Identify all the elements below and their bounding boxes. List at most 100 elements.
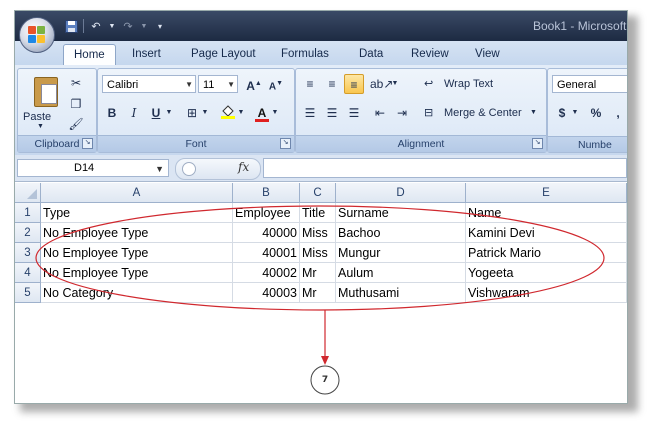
cell-c5[interactable]: Mr	[300, 283, 336, 303]
row-header[interactable]: 2	[15, 223, 41, 243]
cell-c3[interactable]: Miss	[300, 243, 336, 263]
align-left-icon[interactable]: ☰	[300, 103, 320, 123]
column-header-a[interactable]: A	[41, 183, 233, 203]
cell-d1[interactable]: Surname	[336, 203, 466, 223]
wrap-text-button[interactable]: ↩ Wrap Text	[424, 75, 524, 95]
font-launcher-icon[interactable]: ↘	[280, 138, 291, 149]
currency-dropdown-icon[interactable]: ▼	[570, 103, 580, 123]
decrease-indent-icon[interactable]: ⇤	[370, 103, 390, 123]
undo-icon[interactable]: ↶	[88, 18, 104, 34]
align-middle-icon[interactable]: ≡	[322, 74, 342, 94]
redo-dropdown-icon[interactable]: ▼	[140, 18, 148, 34]
underline-button[interactable]: U	[146, 103, 166, 123]
cell-e3[interactable]: Patrick Mario	[466, 243, 627, 263]
cell-b5[interactable]: 40003	[233, 283, 300, 303]
cut-icon[interactable]: ✂	[66, 73, 86, 93]
cell-e4[interactable]: Yogeeta	[466, 263, 627, 283]
cell-a4[interactable]: No Employee Type	[41, 263, 233, 283]
insert-function-icon[interactable]: fx	[238, 160, 249, 174]
borders-icon[interactable]: ⊞	[182, 103, 202, 123]
cell-a3[interactable]: No Employee Type	[41, 243, 233, 263]
tab-insert[interactable]: Insert	[132, 44, 161, 65]
tab-page-layout[interactable]: Page Layout	[191, 44, 256, 65]
cell-c2[interactable]: Miss	[300, 223, 336, 243]
chevron-down-icon: ▼	[155, 164, 164, 174]
row-header[interactable]: 1	[15, 203, 41, 223]
align-bottom-icon[interactable]: ≡	[344, 74, 364, 94]
customize-qat-icon[interactable]: ▾	[152, 18, 168, 34]
underline-dropdown-icon[interactable]: ▼	[164, 103, 174, 123]
cell-d5[interactable]: Muthusami	[336, 283, 466, 303]
grow-font-icon[interactable]: A▲	[244, 74, 264, 94]
cell-c4[interactable]: Mr	[300, 263, 336, 283]
cell-e2[interactable]: Kamini Devi	[466, 223, 627, 243]
orientation-icon[interactable]: ab↗	[370, 74, 393, 94]
column-header-d[interactable]: D	[336, 183, 466, 203]
font-color-dropdown-icon[interactable]: ▼	[270, 103, 280, 123]
cell-a1[interactable]: Type	[41, 203, 233, 223]
office-button[interactable]	[19, 17, 55, 53]
currency-button[interactable]: $	[552, 103, 572, 123]
number-format-select[interactable]: General	[552, 75, 627, 93]
cell-a5[interactable]: No Category	[41, 283, 233, 303]
shrink-font-icon[interactable]: A▼	[266, 74, 286, 94]
cell-c1[interactable]: Title	[300, 203, 336, 223]
row-header[interactable]: 3	[15, 243, 41, 263]
font-name-select[interactable]: Calibri ▼	[102, 75, 196, 93]
fill-color-icon[interactable]	[218, 103, 238, 123]
alignment-group: ≡ ≡ ≡ ab↗ ▼ ☰ ☰ ☰ ⇤ ⇥ ↩ Wrap Text ⊟ Merg…	[295, 68, 547, 153]
name-box[interactable]: D14 ▼	[17, 159, 169, 177]
paste-button[interactable]: Paste ▼	[20, 71, 60, 133]
cell-e1[interactable]: Name	[466, 203, 627, 223]
row-header[interactable]: 5	[15, 283, 41, 303]
tab-review[interactable]: Review	[411, 44, 449, 65]
cell-b3[interactable]: 40001	[233, 243, 300, 263]
cell-e5[interactable]: Vishwaram	[466, 283, 627, 303]
cell-d3[interactable]: Mungur	[336, 243, 466, 263]
cell-d2[interactable]: Bachoo	[336, 223, 466, 243]
copy-icon[interactable]: ❐	[66, 94, 86, 114]
bold-button[interactable]: B	[102, 103, 122, 123]
cell-b2[interactable]: 40000	[233, 223, 300, 243]
cell-b4[interactable]: 40002	[233, 263, 300, 283]
align-top-icon[interactable]: ≡	[300, 74, 320, 94]
borders-dropdown-icon[interactable]: ▼	[200, 103, 210, 123]
formula-bar: D14 ▼ fx	[15, 155, 627, 182]
clipboard-group: Paste ▼ ✂ ❐ 🖌 Clipboard ↘	[17, 68, 97, 153]
excel-window: ↶ ▼ ↷ ▼ ▾ Book1 - Microsoft Home Insert …	[14, 10, 628, 404]
chevron-down-icon: ▼	[185, 80, 193, 89]
increase-indent-icon[interactable]: ⇥	[392, 103, 412, 123]
align-right-icon[interactable]: ☰	[344, 103, 364, 123]
italic-button[interactable]: I	[124, 103, 144, 123]
column-header-c[interactable]: C	[300, 183, 336, 203]
tab-view[interactable]: View	[475, 44, 500, 65]
orientation-dropdown-icon[interactable]: ▼	[390, 74, 400, 94]
tab-data[interactable]: Data	[359, 44, 383, 65]
percent-button[interactable]: %	[586, 103, 606, 123]
tab-formulas[interactable]: Formulas	[281, 44, 329, 65]
column-header-e[interactable]: E	[466, 183, 627, 203]
alignment-launcher-icon[interactable]: ↘	[532, 138, 543, 149]
merge-center-button[interactable]: ⊟ Merge & Center ▼	[424, 104, 540, 124]
column-header-b[interactable]: B	[233, 183, 300, 203]
cell-b1[interactable]: Employee	[233, 203, 300, 223]
tab-home[interactable]: Home	[63, 44, 116, 65]
undo-dropdown-icon[interactable]: ▼	[108, 18, 116, 34]
select-all-button[interactable]	[15, 183, 41, 203]
align-center-icon[interactable]: ☰	[322, 103, 342, 123]
font-color-icon[interactable]: A	[252, 103, 272, 123]
comma-button[interactable]: ,	[608, 103, 627, 123]
alignment-group-label: Alignment	[296, 135, 546, 152]
title-bar: ↶ ▼ ↷ ▼ ▾ Book1 - Microsoft	[15, 11, 627, 41]
fill-dropdown-icon[interactable]: ▼	[236, 103, 246, 123]
clipboard-launcher-icon[interactable]: ↘	[82, 138, 93, 149]
save-icon[interactable]	[63, 18, 79, 34]
cell-d4[interactable]: Aulum	[336, 263, 466, 283]
formula-input[interactable]	[263, 158, 627, 178]
font-group: Calibri ▼ 11 ▼ A▲ A▼ B I U ▼ ⊞ ▼ ▼ A ▼ F…	[97, 68, 295, 153]
font-size-select[interactable]: 11 ▼	[198, 75, 238, 93]
row-header[interactable]: 4	[15, 263, 41, 283]
format-painter-icon[interactable]: 🖌	[66, 114, 86, 134]
redo-icon[interactable]: ↷	[120, 18, 136, 34]
cell-a2[interactable]: No Employee Type	[41, 223, 233, 243]
